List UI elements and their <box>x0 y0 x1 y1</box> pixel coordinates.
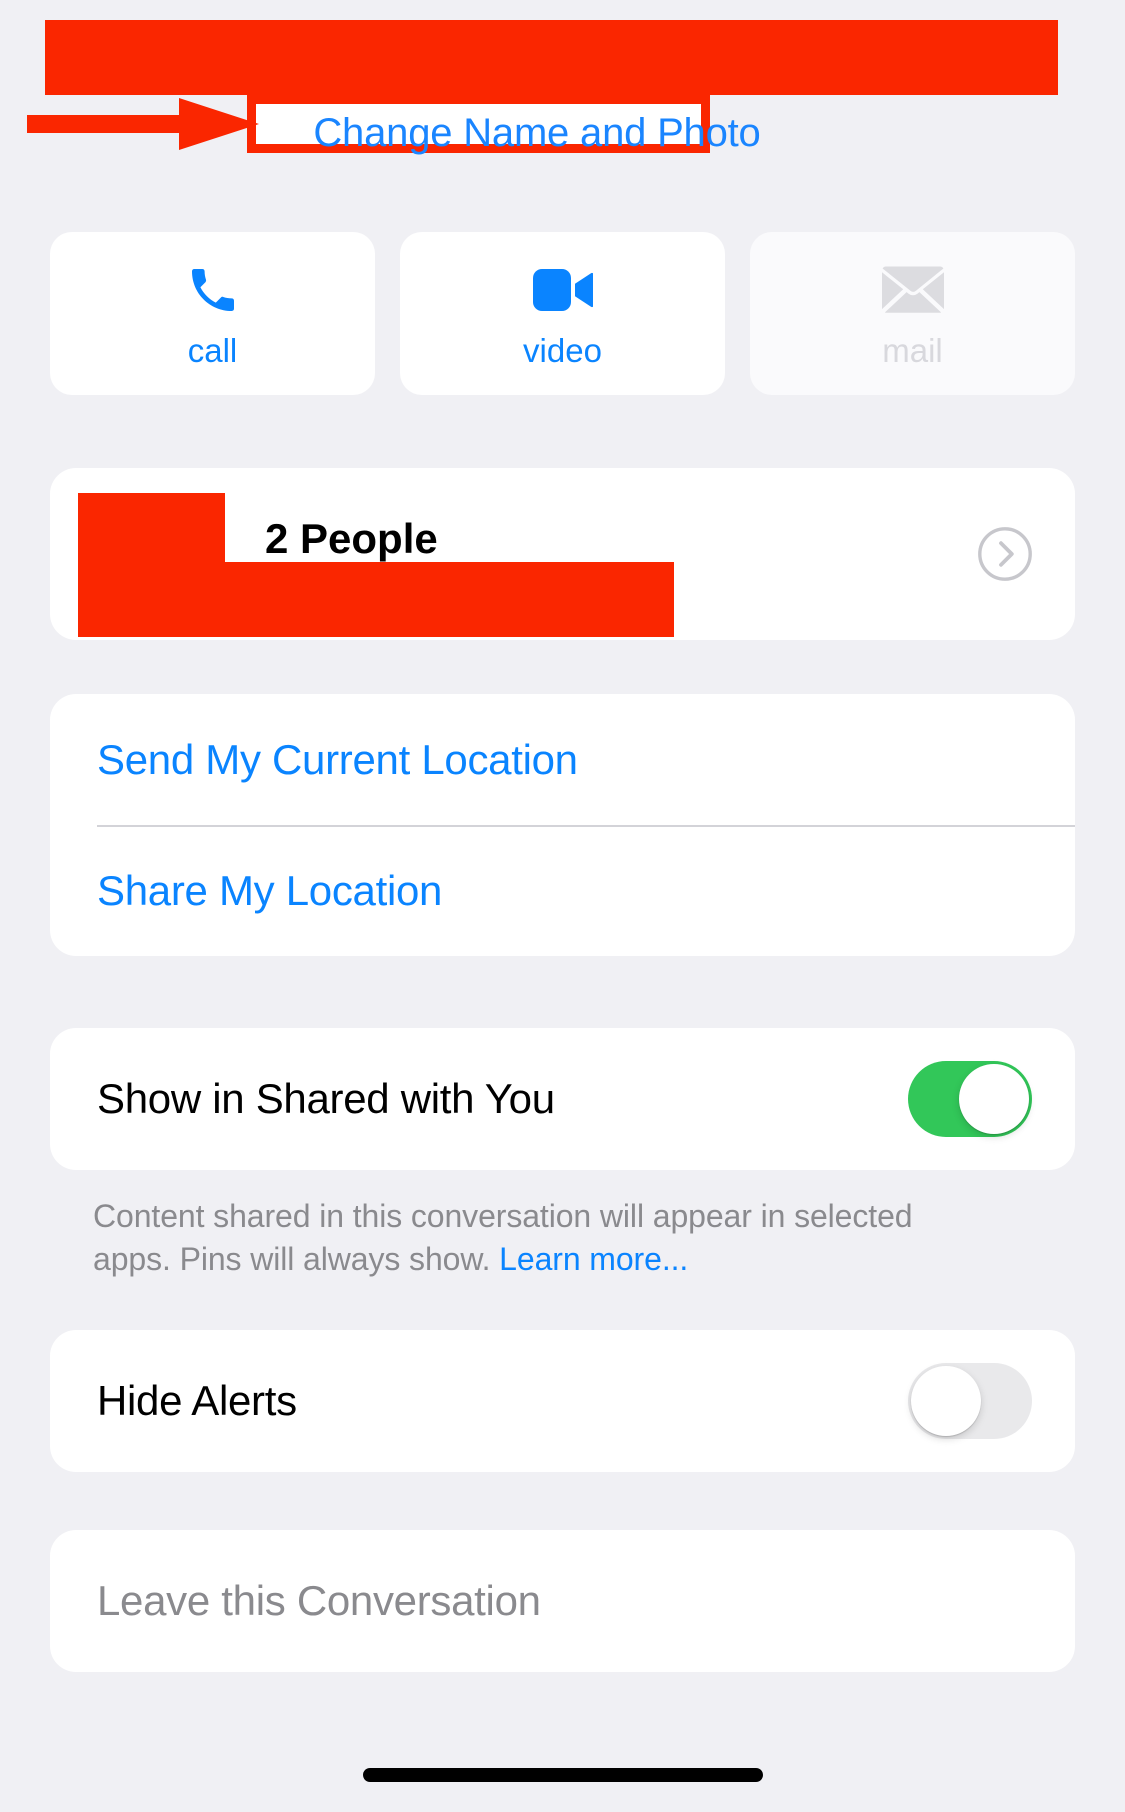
show-in-shared-with-you-row[interactable]: Show in Shared with You <box>50 1028 1075 1170</box>
redaction-block-people-names <box>78 562 674 637</box>
location-group: Send My Current Location Share My Locati… <box>50 694 1075 956</box>
home-indicator[interactable] <box>362 1768 763 1782</box>
call-button[interactable]: call <box>50 232 375 395</box>
show-in-shared-with-you-toggle[interactable] <box>908 1061 1032 1137</box>
leave-conversation-label: Leave this Conversation <box>97 1577 541 1624</box>
conversation-details-screen: Change Name and Photo call video mail 2 … <box>0 0 1125 1812</box>
mail-button[interactable]: mail <box>750 232 1075 395</box>
envelope-icon <box>881 260 944 320</box>
leave-conversation-row[interactable]: Leave this Conversation <box>50 1530 1075 1672</box>
chevron-right-circle-icon[interactable] <box>977 526 1033 582</box>
people-count-label: 2 People <box>265 515 438 562</box>
mail-label: mail <box>882 332 943 369</box>
annotation-arrow-icon <box>27 98 259 150</box>
divider <box>97 825 1075 827</box>
hide-alerts-toggle[interactable] <box>908 1363 1032 1439</box>
hide-alerts-label: Hide Alerts <box>97 1377 297 1424</box>
toggle-knob <box>911 1366 981 1436</box>
show-in-shared-with-you-label: Show in Shared with You <box>97 1075 555 1122</box>
share-my-location-button[interactable]: Share My Location <box>50 825 1075 956</box>
learn-more-link[interactable]: Learn more... <box>499 1241 688 1277</box>
hide-alerts-row[interactable]: Hide Alerts <box>50 1330 1075 1472</box>
toggle-knob <box>959 1064 1029 1134</box>
call-label: call <box>187 332 238 369</box>
shared-with-you-footnote: Content shared in this conversation will… <box>93 1195 993 1281</box>
change-name-and-photo-button[interactable]: Change Name and Photo <box>287 113 787 153</box>
video-icon <box>532 260 593 320</box>
quick-actions-row: call video mail <box>50 232 1075 395</box>
video-button[interactable]: video <box>400 232 725 395</box>
send-my-current-location-button[interactable]: Send My Current Location <box>50 694 1075 825</box>
phone-icon <box>185 260 241 320</box>
redaction-block-name <box>45 20 1058 95</box>
video-label: video <box>523 332 602 369</box>
